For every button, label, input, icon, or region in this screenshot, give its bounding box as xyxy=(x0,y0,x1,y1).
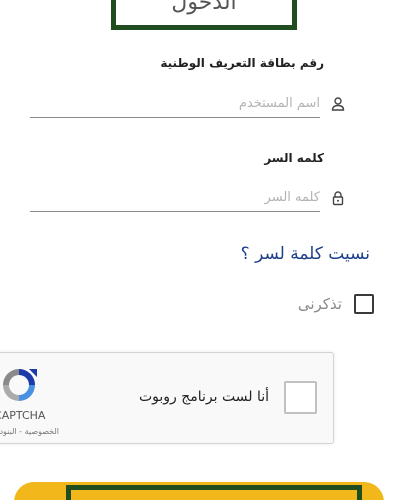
recaptcha-brand: reCAPTCHA xyxy=(0,409,46,422)
id-field-underline xyxy=(30,117,320,118)
id-field xyxy=(30,90,356,118)
remember-me[interactable]: تذكرنى xyxy=(298,292,374,316)
id-field-label: رقم بطاقة التعريف الوطنية xyxy=(160,56,324,70)
login-screen: { "header": { "title": "الدخول" }, "id_f… xyxy=(0,0,402,500)
login-submit-frame xyxy=(66,485,362,500)
password-field-underline xyxy=(30,211,320,212)
lock-icon xyxy=(332,191,344,206)
password-field xyxy=(30,184,356,212)
recaptcha-logo-icon xyxy=(3,369,37,401)
password-field-label: كلمه السر xyxy=(264,151,324,165)
page-title-frame: الدخول xyxy=(111,0,297,30)
recaptcha-label: أنا لست برنامج روبوت xyxy=(138,389,269,405)
recaptcha-checkbox[interactable] xyxy=(284,381,317,414)
recaptcha-terms-link[interactable]: الخصوصية - البنود xyxy=(0,427,59,436)
page-title: الدخول xyxy=(171,0,237,15)
username-input[interactable] xyxy=(30,90,320,116)
remember-me-checkbox[interactable] xyxy=(354,294,374,314)
forgot-password-link[interactable]: نسيت كلمة لسر ؟ xyxy=(241,244,370,264)
password-input[interactable] xyxy=(30,184,320,210)
recaptcha-widget: أنا لست برنامج روبوت reCAPTCHA الخصوصية … xyxy=(0,352,334,444)
remember-me-label: تذكرنى xyxy=(297,295,342,313)
user-icon xyxy=(331,97,345,111)
